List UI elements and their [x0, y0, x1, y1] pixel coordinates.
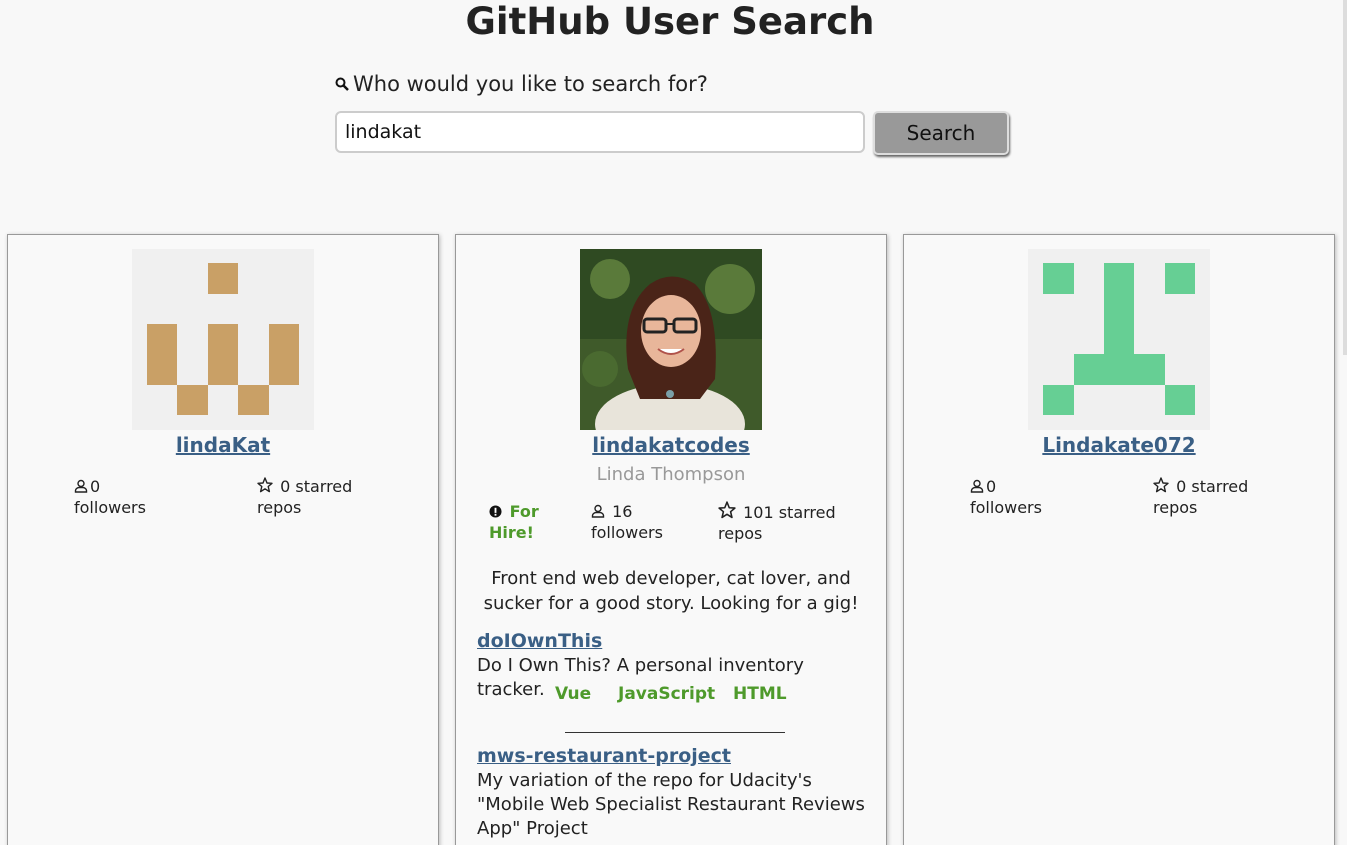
- starred-label: repos: [718, 524, 763, 543]
- repo-description-line: "Mobile Web Specialist Restaurant Review…: [477, 794, 865, 815]
- starred-count: 0 starred: [1176, 477, 1249, 496]
- user-real-name: Linda Thompson: [596, 464, 746, 485]
- followers-count: 0: [90, 477, 101, 496]
- starred-label: repos: [257, 498, 302, 517]
- repo-language: JavaScript: [618, 684, 716, 704]
- followers-stat: 0 followers: [74, 476, 146, 518]
- avatar: [1028, 249, 1210, 430]
- alert-circle-icon: [489, 505, 502, 518]
- search-label-text: Who would you like to search for?: [353, 72, 708, 96]
- search-button[interactable]: Search: [873, 111, 1009, 155]
- star-icon: [257, 477, 273, 493]
- starred-label: repos: [1153, 498, 1198, 517]
- star-icon: [718, 501, 736, 519]
- avatar: [132, 249, 314, 430]
- repo-description: My variation of the repo for Udacity's "…: [477, 769, 872, 841]
- bio-line: Front end web developer, cat lover, and: [491, 568, 851, 589]
- followers-stat: 16 followers: [591, 501, 663, 543]
- followers-stat: 0 followers: [970, 476, 1042, 518]
- starred-stat: 0 starred repos: [1153, 476, 1248, 518]
- followers-count: 0: [986, 477, 997, 496]
- followers-label: followers: [591, 523, 663, 542]
- repo-description-line: App" Project: [477, 818, 588, 839]
- repo-language: HTML: [733, 684, 787, 704]
- user-login-link[interactable]: lindaKat: [8, 433, 438, 457]
- search-label: Who would you like to search for?: [335, 72, 708, 96]
- repo-link[interactable]: mws-restaurant-project: [477, 745, 731, 767]
- user-icon: [74, 479, 88, 493]
- user-card: lindaKat 0 followers 0 starred repos: [7, 234, 439, 845]
- user-card: lindakatcodes Linda Thompson For Hire! 1…: [455, 234, 887, 845]
- followers-count: 16: [612, 502, 633, 521]
- starred-count: 0 starred: [280, 477, 353, 496]
- search-input[interactable]: [335, 111, 865, 153]
- user-login-link[interactable]: Lindakate072: [904, 433, 1334, 457]
- repo-language: Vue: [555, 684, 592, 704]
- hire-badge: For Hire!: [489, 501, 539, 543]
- repo-link[interactable]: doIOwnThis: [477, 630, 602, 652]
- page-title: GitHub User Search: [465, 0, 875, 43]
- user-icon: [970, 479, 984, 493]
- starred-stat: 0 starred repos: [257, 476, 352, 518]
- scrollbar[interactable]: [1343, 0, 1347, 355]
- bio-line: sucker for a good story. Looking for a g…: [483, 593, 859, 614]
- magnifier-icon: [335, 77, 349, 91]
- hire-label-line2: Hire!: [489, 523, 534, 542]
- starred-count: 101 starred: [743, 503, 836, 522]
- star-icon: [1153, 477, 1169, 493]
- starred-stat: 101 starred repos: [718, 501, 836, 544]
- avatar: [580, 249, 762, 430]
- followers-label: followers: [970, 498, 1042, 517]
- repo-description-line: My variation of the repo for Udacity's: [477, 770, 812, 791]
- user-login-link[interactable]: lindakatcodes: [456, 433, 886, 457]
- user-bio: Front end web developer, cat lover, and …: [476, 566, 866, 616]
- hire-label-line1: For: [509, 502, 539, 521]
- page: GitHub User Search Who would you like to…: [0, 0, 1347, 845]
- user-card: Lindakate072 0 followers 0 starred repos: [903, 234, 1335, 845]
- repo-divider: [565, 732, 785, 733]
- followers-label: followers: [74, 498, 146, 517]
- user-icon: [591, 504, 605, 518]
